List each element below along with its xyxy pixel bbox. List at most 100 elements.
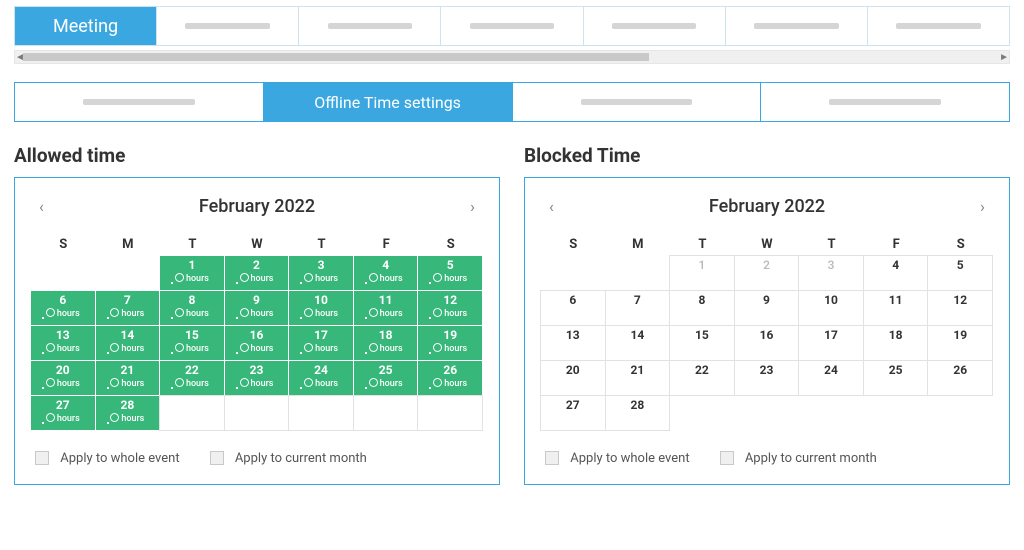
top-tab-placeholder[interactable] xyxy=(868,7,1009,45)
scroll-thumb[interactable] xyxy=(23,53,649,61)
sub-tab-placeholder[interactable] xyxy=(761,83,1009,121)
sub-tab-placeholder[interactable] xyxy=(513,83,762,121)
calendar-day[interactable]: 24hours xyxy=(288,360,354,396)
calendar-day[interactable]: 22hours xyxy=(159,360,225,396)
calendar-day[interactable]: 13hours xyxy=(30,325,96,361)
top-tab-placeholder[interactable] xyxy=(726,7,868,45)
calendar-day[interactable] xyxy=(417,395,483,431)
calendar-day[interactable]: 23hours xyxy=(224,360,290,396)
top-tab-placeholder[interactable] xyxy=(441,7,583,45)
allowed-next-month[interactable]: › xyxy=(470,197,475,216)
checkbox-icon[interactable] xyxy=(35,451,49,465)
checkbox-icon[interactable] xyxy=(720,451,734,465)
calendar-day[interactable]: 21 xyxy=(605,360,671,396)
calendar-day[interactable]: 19 xyxy=(927,325,993,361)
calendar-day[interactable]: 17hours xyxy=(288,325,354,361)
allowed-prev-month[interactable]: ‹ xyxy=(39,197,44,216)
scroll-right-icon[interactable]: ► xyxy=(999,52,1009,63)
weekday-label: T xyxy=(799,233,864,256)
calendar-day[interactable]: 5 xyxy=(927,255,993,291)
calendar-day[interactable] xyxy=(353,395,419,431)
calendar-day[interactable]: 22 xyxy=(669,360,735,396)
calendar-day[interactable]: 14 xyxy=(605,325,671,361)
calendar-day[interactable]: 1 xyxy=(669,255,735,291)
calendar-day[interactable]: 1hours xyxy=(159,255,225,291)
weekday-label: F xyxy=(354,233,419,256)
calendar-day[interactable]: 5hours xyxy=(417,255,483,291)
allowed-apply-whole[interactable]: Apply to whole event xyxy=(35,451,180,466)
calendar-day[interactable]: 25 xyxy=(863,360,929,396)
allowed-apply-month[interactable]: Apply to current month xyxy=(210,451,367,466)
calendar-day[interactable]: 27 xyxy=(540,395,606,431)
calendar-day[interactable]: 8hours xyxy=(159,290,225,326)
calendar-day[interactable]: 27hours xyxy=(30,395,96,431)
blocked-time-panel: ‹ February 2022 › SMTWTFS 12345678910111… xyxy=(524,177,1010,485)
calendar-day[interactable] xyxy=(159,395,225,431)
calendar-day[interactable]: 12hours xyxy=(417,290,483,326)
allowed-time-title: Allowed time xyxy=(14,144,500,167)
calendar-day[interactable]: 6 xyxy=(540,290,606,326)
calendar-day[interactable]: 17 xyxy=(798,325,864,361)
calendar-day[interactable]: 10 xyxy=(798,290,864,326)
calendar-day[interactable]: 14hours xyxy=(95,325,161,361)
calendar-day[interactable]: 12 xyxy=(927,290,993,326)
calendar-day[interactable]: 3 xyxy=(798,255,864,291)
calendar-day[interactable]: 18 xyxy=(863,325,929,361)
allowed-month-label: February 2022 xyxy=(199,196,315,217)
calendar-day[interactable]: 26 xyxy=(927,360,993,396)
checkbox-icon[interactable] xyxy=(210,451,224,465)
blocked-apply-whole[interactable]: Apply to whole event xyxy=(545,451,690,466)
sub-tab-placeholder[interactable] xyxy=(15,83,264,121)
calendar-day[interactable]: 15hours xyxy=(159,325,225,361)
calendar-day[interactable]: 19hours xyxy=(417,325,483,361)
top-tab-placeholder[interactable] xyxy=(584,7,726,45)
blocked-time-title: Blocked Time xyxy=(524,144,1010,167)
blocked-apply-month[interactable]: Apply to current month xyxy=(720,451,877,466)
calendar-day[interactable]: 3hours xyxy=(288,255,354,291)
calendar-blank xyxy=(669,395,735,431)
calendar-day[interactable]: 16hours xyxy=(224,325,290,361)
blocked-next-month[interactable]: › xyxy=(980,197,985,216)
calendar-day[interactable]: 10hours xyxy=(288,290,354,326)
calendar-day[interactable]: 28 xyxy=(605,395,671,431)
sub-tab-offline-time-settings[interactable]: Offline Time settings xyxy=(264,83,513,121)
calendar-day[interactable]: 7 xyxy=(605,290,671,326)
calendar-day[interactable]: 20 xyxy=(540,360,606,396)
calendar-day[interactable]: 6hours xyxy=(30,290,96,326)
calendar-day[interactable]: 13 xyxy=(540,325,606,361)
calendar-day[interactable]: 24 xyxy=(798,360,864,396)
weekday-label: W xyxy=(735,233,800,256)
calendar-day[interactable]: 23 xyxy=(734,360,800,396)
calendar-day[interactable] xyxy=(224,395,290,431)
calendar-day[interactable]: 15 xyxy=(669,325,735,361)
calendar-blank xyxy=(605,255,671,291)
allowed-apply-month-label: Apply to current month xyxy=(235,451,367,466)
tab-meeting[interactable]: Meeting xyxy=(15,7,157,45)
calendar-day[interactable]: 20hours xyxy=(30,360,96,396)
calendar-day[interactable]: 28hours xyxy=(95,395,161,431)
calendar-day[interactable]: 2 xyxy=(734,255,800,291)
calendar-day[interactable]: 16 xyxy=(734,325,800,361)
calendar-day[interactable]: 25hours xyxy=(353,360,419,396)
calendar-day[interactable]: 26hours xyxy=(417,360,483,396)
weekday-label: S xyxy=(541,233,606,256)
checkbox-icon[interactable] xyxy=(545,451,559,465)
top-tab-placeholder[interactable] xyxy=(299,7,441,45)
calendar-day[interactable] xyxy=(288,395,354,431)
blocked-apply-whole-label: Apply to whole event xyxy=(570,451,689,466)
calendar-day[interactable]: 21hours xyxy=(95,360,161,396)
calendar-day[interactable]: 9hours xyxy=(224,290,290,326)
calendar-day[interactable]: 4hours xyxy=(353,255,419,291)
calendar-day[interactable]: 18hours xyxy=(353,325,419,361)
calendar-day[interactable]: 9 xyxy=(734,290,800,326)
blocked-prev-month[interactable]: ‹ xyxy=(549,197,554,216)
calendar-day[interactable]: 4 xyxy=(863,255,929,291)
calendar-day[interactable]: 7hours xyxy=(95,290,161,326)
calendar-day[interactable]: 11hours xyxy=(353,290,419,326)
calendar-day[interactable]: 8 xyxy=(669,290,735,326)
calendar-day[interactable]: 11 xyxy=(863,290,929,326)
tabs-scrollbar[interactable]: ◄ ► xyxy=(14,50,1010,64)
calendar-day[interactable]: 2hours xyxy=(224,255,290,291)
top-tab-placeholder[interactable] xyxy=(157,7,299,45)
allowed-days: 1hours2hours3hours4hours5hours 6hours7hou… xyxy=(31,256,483,431)
